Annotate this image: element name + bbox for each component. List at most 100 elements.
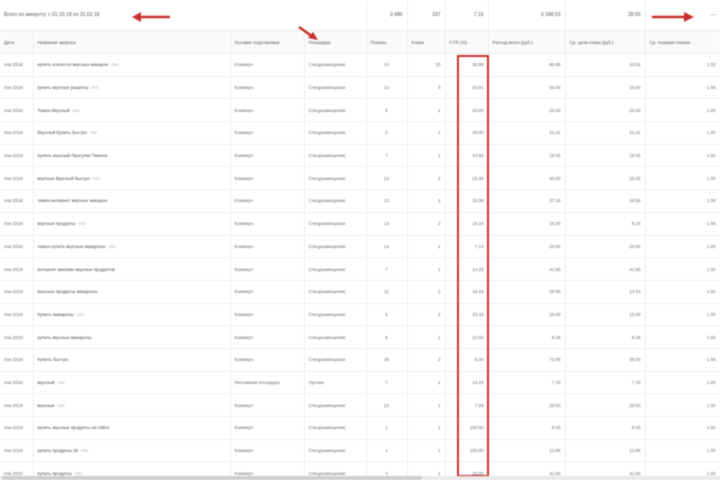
col-cost[interactable]: Расход всего (руб.) [488, 30, 566, 54]
table-row[interactable]: mar.2018 Купить вкусный Прогулки Тимона Ко… [0, 144, 720, 168]
table-row[interactable]: mar.2018 купить продукты 30 mix Коммерч. Спе… [0, 439, 720, 463]
row-ctr: 14.50 [445, 144, 489, 168]
table-row[interactable]: mar.2018 тимон купить вкусные макароны mix… [0, 235, 720, 259]
table-row[interactable]: mar.2018 Вкусный Купить быстро mix Коммерч.… [0, 121, 720, 145]
row-keyword[interactable]: вкусные mix [33, 393, 231, 417]
scrollbar-thumb[interactable] [2, 476, 422, 480]
table-row[interactable]: mar.2018 Тимон Вкусный mix Коммерч. Спецразм… [0, 98, 720, 123]
keyword-text[interactable]: вкусные Вкусный быстро [38, 176, 90, 181]
row-keyword[interactable]: вкусные продукты макароны [33, 280, 231, 304]
row-cost: 72.06 [488, 348, 566, 372]
keyword-text[interactable]: купить ксилитол вкусных макарон [38, 62, 109, 67]
keyword-text[interactable]: вкусные продукты макароны [38, 289, 98, 294]
row-avg-position: 1.00 [645, 76, 720, 100]
row-avg-cpc: 18.59 [565, 189, 646, 213]
horizontal-scrollbar[interactable] [0, 476, 720, 480]
row-keyword[interactable]: купить вкусные продукты на сайте [33, 416, 231, 440]
keyword-text[interactable]: Купить макароны [38, 312, 74, 317]
row-impressions: 13 [366, 393, 408, 417]
keyword-text[interactable]: интернет магазин вкусных продуктов [38, 267, 115, 272]
col-date[interactable]: Дата [0, 30, 34, 54]
col-condition[interactable]: Условие подстановки [230, 30, 305, 54]
col-ctr[interactable]: CTR (%) [445, 30, 489, 54]
row-keyword[interactable]: вкусный mix [33, 371, 231, 395]
row-keyword[interactable]: тимон интернет вкусных макарон [33, 189, 231, 213]
table-row[interactable]: mar.2018 купить ксилитол вкусных макарон m… [0, 53, 720, 77]
table-row[interactable]: mar.2018 вкусные mix Коммерч. Спецразмещение… [0, 393, 720, 417]
row-ctr: 100.00 [445, 439, 489, 463]
keyword-text[interactable]: тимон купить вкусные макароны [38, 244, 106, 249]
row-placement: Спецразмещение [304, 235, 367, 259]
row-placement: Спецразмещение [304, 121, 367, 145]
row-keyword[interactable]: купить вкусные рецепты mix [33, 76, 231, 100]
table-row[interactable]: mar.2018 вкусные продукты макароны Коммерч… [0, 280, 720, 304]
row-impressions: 5 [366, 121, 408, 145]
keyword-text[interactable]: вкусный [38, 380, 55, 385]
row-impressions: 5 [366, 98, 408, 123]
keyword-text[interactable]: купить вкусные макароны [38, 335, 92, 340]
row-keyword[interactable]: Купить макароны mix [33, 303, 231, 327]
col-avg-cpc[interactable]: Ср. цена клика (руб.) [565, 30, 646, 54]
table-row[interactable]: mar.2018 вкусный mix Рекламная площадка Проч… [0, 371, 720, 395]
row-ctr: 24.91 [445, 76, 489, 100]
keyword-text[interactable]: купить вкусные рецепты [38, 85, 89, 90]
keyword-text[interactable]: Тимон Вкусный [38, 108, 70, 113]
keyword-text[interactable]: вкусные продукты [38, 221, 76, 226]
row-keyword[interactable]: Купить вкусный Прогулки Тимона [33, 144, 231, 168]
table-row[interactable]: mar.2018 купить вкусные продукты на сайте… [0, 416, 720, 440]
row-keyword[interactable]: Купить быстро [33, 348, 231, 372]
row-date: mar.2018 [0, 121, 34, 145]
table-row[interactable]: mar.2018 Купить быстро Коммерч. Спецразмеще… [0, 348, 720, 372]
keyword-text[interactable]: купить вкусные продукты на сайте [38, 425, 110, 430]
row-avg-position: 1.00 [645, 439, 720, 463]
table-row[interactable]: mar.2018 вкусные Вкусный быстро mix Коммерч… [0, 166, 720, 191]
row-keyword[interactable]: купить продукты 30 mix [33, 439, 231, 463]
table-row[interactable]: mar.2018 купить вкусные рецепты mix Коммерч… [0, 76, 720, 100]
row-placement: Прочие [304, 371, 367, 395]
table-row[interactable]: mar.2018 вкусные продукты mix Коммерч. Спецр… [0, 212, 720, 236]
row-date: mar.2018 [0, 303, 34, 327]
row-keyword[interactable]: Тимон Вкусный mix [33, 98, 231, 123]
table-row[interactable]: mar.2018 Купить макароны mix Коммерч. Спецра… [0, 303, 720, 327]
row-cost: 15.02 [488, 144, 566, 168]
row-ctr: 14.29 [445, 257, 489, 281]
col-impressions[interactable]: Показы [366, 30, 408, 54]
col-clicks[interactable]: Клики [407, 30, 446, 54]
row-avg-cpc: 9.40 [565, 416, 646, 440]
keyword-text[interactable]: вкусные [38, 403, 55, 408]
row-keyword[interactable]: купить вкусные макароны [33, 325, 231, 349]
col-placement[interactable]: Площадка [304, 30, 367, 54]
row-ctr: 7.14 [445, 235, 489, 259]
keyword-text[interactable]: Купить быстро [38, 357, 69, 362]
row-impressions: 8 [366, 325, 408, 349]
row-keyword[interactable]: Вкусный Купить быстро mix [33, 121, 231, 145]
keyword-text[interactable]: купить продукты [38, 471, 72, 476]
col-avg-position[interactable]: Ср. позиция показа [645, 30, 720, 54]
keyword-text[interactable]: тимон интернет вкусных макарон [38, 198, 108, 203]
row-cost: 59.06 [488, 76, 566, 100]
row-condition: Коммерч. [230, 280, 305, 304]
row-keyword[interactable]: купить ксилитол вкусных макарон mix [33, 53, 231, 77]
row-keyword[interactable]: вкусные Вкусный быстро mix [33, 166, 231, 191]
row-avg-position: 1.00 [645, 416, 720, 440]
row-clicks: 1 [407, 325, 446, 349]
row-keyword[interactable]: интернет магазин вкусных продуктов [33, 257, 231, 281]
col-keyword[interactable]: Название запроса [33, 30, 231, 54]
keyword-text[interactable]: купить продукты 30 [38, 448, 79, 453]
row-impressions: 6 [366, 303, 408, 327]
row-avg-position: 1.00 [645, 303, 720, 327]
row-condition: Коммерч. [230, 189, 305, 213]
row-cost: 12.96 [488, 439, 566, 463]
table-row[interactable]: mar.2018 тимон интернет вкусных макарон Ко… [0, 189, 720, 213]
table-row[interactable]: mar.2018 интернет магазин вкусных продукт… [0, 257, 720, 281]
row-avg-cpc: 15.60 [565, 98, 646, 123]
row-cost: 41.60 [488, 257, 566, 281]
row-avg-cpc: 9.36 [565, 325, 646, 349]
row-condition: Коммерч. [230, 76, 305, 100]
row-keyword[interactable]: тимон купить вкусные макароны mix [33, 235, 231, 259]
keyword-text[interactable]: Вкусный Купить быстро [38, 130, 88, 135]
table-row[interactable]: mar.2018 купить вкусные макароны Коммерч. С… [0, 325, 720, 349]
keyword-text[interactable]: Купить вкусный Прогулки Тимона [38, 153, 108, 158]
row-avg-cpc: 19.60 [565, 76, 646, 100]
row-keyword[interactable]: вкусные продукты mix [33, 212, 231, 236]
